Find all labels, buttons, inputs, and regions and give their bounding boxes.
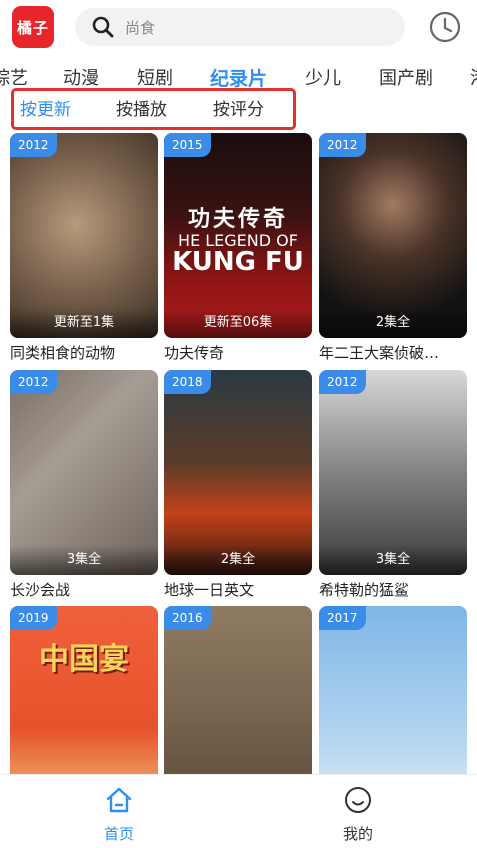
episode-status: 2集全 [319,308,467,338]
year-badge: 2015 [164,133,211,157]
app-logo[interactable]: 橘子 [12,6,54,48]
tab-anime[interactable]: 动漫 [63,64,99,90]
sort-by-rating[interactable]: 按评分 [213,95,264,120]
year-badge: 2019 [10,606,57,630]
poster-image: 2012 更新至1集 [10,133,158,338]
video-title: 长沙会战 [10,581,71,599]
poster-image: 2012 3集全 [319,370,467,575]
video-title: 地球一日英文 [164,581,255,599]
poster-image: 2015 功夫传奇 HE LEGEND OF KUNG FU 更新至06集 [164,133,312,338]
sort-by-update[interactable]: 按更新 [20,95,71,120]
search-bar[interactable]: 尚食 [75,8,405,46]
sort-by-plays[interactable]: 按播放 [116,95,167,120]
home-icon [106,787,132,813]
year-badge: 2018 [164,370,211,394]
year-badge: 2012 [319,370,366,394]
video-title: 同类相食的动物 [10,344,116,362]
video-title: 年二王大案侦破… [319,344,440,362]
tab-kids[interactable]: 少儿 [305,64,341,90]
nav-mine-label: 我的 [342,825,373,843]
search-icon [92,16,114,38]
poster-title-cn: 功夫传奇 [187,207,288,232]
clock-icon[interactable] [428,10,462,44]
tab-documentary[interactable]: 纪录片 [210,64,267,91]
nav-home-label: 首页 [103,825,134,843]
year-badge: 2017 [319,606,366,630]
top-bar: 橘子 尚食 [0,0,477,54]
poster-image: 2018 2集全 [164,370,312,575]
tab-hk[interactable]: 港 [470,64,477,90]
video-card[interactable]: 2012 更新至1集 同类相食的动物 [10,133,158,363]
video-card[interactable]: 2012 3集全 长沙会战 [10,370,158,600]
episode-status: 3集全 [319,545,467,575]
video-title: 希特勒的猛鲨 [319,581,410,599]
bottom-nav: 首页 我的 [0,774,477,848]
video-card[interactable]: 2015 功夫传奇 HE LEGEND OF KUNG FU 更新至06集 功夫… [164,133,312,363]
video-card[interactable]: 2012 2集全 年二王大案侦破… [319,133,467,363]
episode-status: 2集全 [164,545,312,575]
episode-status: 更新至06集 [164,308,312,338]
year-badge: 2012 [10,133,57,157]
poster-title-en: KUNG FU [172,247,304,277]
year-badge: 2012 [319,133,366,157]
tab-variety[interactable]: 综艺 [0,64,28,90]
tab-short-drama[interactable]: 短剧 [137,64,173,90]
year-badge: 2016 [164,606,211,630]
nav-home[interactable]: 首页 [79,785,159,844]
poster-image: 2012 2集全 [319,133,467,338]
search-placeholder: 尚食 [125,18,156,37]
poster-image: 2012 3集全 [10,370,158,575]
tab-domestic-drama[interactable]: 国产剧 [379,64,433,90]
video-card[interactable]: 2012 3集全 希特勒的猛鲨 [319,370,467,600]
video-card[interactable]: 2018 2集全 地球一日英文 [164,370,312,600]
episode-status: 更新至1集 [10,308,158,338]
video-title: 功夫传奇 [164,344,225,362]
episode-status: 3集全 [10,545,158,575]
nav-mine[interactable]: 我的 [318,785,398,844]
poster-title-cn: 中国宴 [39,642,129,677]
smiley-icon [345,787,371,813]
year-badge: 2012 [10,370,57,394]
